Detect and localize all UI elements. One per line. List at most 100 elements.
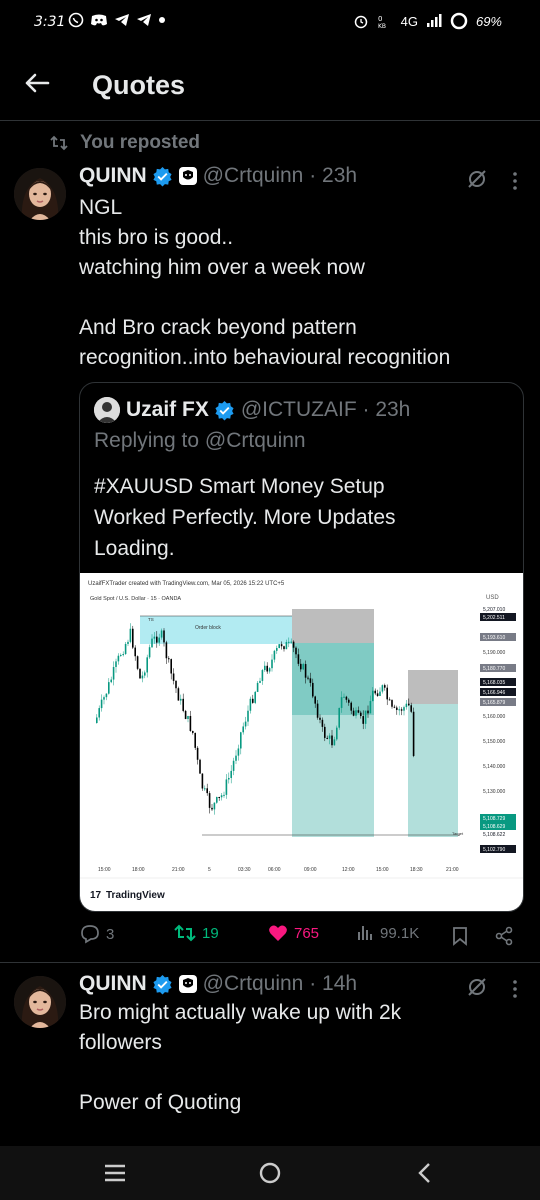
candle-body (364, 710, 367, 724)
avatar[interactable] (14, 168, 66, 220)
candle-body (228, 777, 230, 780)
display-name[interactable]: QUINN (79, 164, 147, 188)
quoted-display-name[interactable]: Uzaif FX (126, 398, 209, 422)
chart-image[interactable]: UzaifFXTrader created with TradingView.c… (80, 573, 523, 911)
more-options-icon[interactable] (512, 978, 518, 1000)
quoted-post[interactable]: Uzaif FX @ICTUZAIF · 23h Replying to @Cr… (79, 382, 524, 912)
candle-body (352, 710, 355, 716)
chart-header: UzaifFXTrader created with TradingView.c… (88, 581, 285, 587)
candle-body (206, 788, 208, 794)
avatar[interactable] (14, 976, 66, 1028)
repost-icon (50, 135, 68, 151)
price-labels: 5,207.010 5,202.511 5,193.610 5,180.770 5,16… (480, 605, 516, 861)
grok-icon[interactable] (466, 168, 488, 190)
candle-body (120, 655, 122, 657)
verified-badge-icon (153, 166, 172, 187)
candle-body (196, 747, 199, 760)
candle-body (134, 647, 136, 657)
bookmark-icon[interactable] (451, 926, 469, 946)
time-tick: 21:00 (446, 867, 459, 873)
back-arrow-icon[interactable] (22, 68, 52, 98)
candle-body (400, 709, 403, 711)
candle-body (235, 755, 237, 761)
system-navigation-bar (0, 1146, 540, 1200)
candle-body (285, 642, 288, 650)
heart-icon (269, 925, 287, 941)
status-bar: 3:31 0 KB 4G 69% (0, 0, 540, 44)
time-tick: 09:00 (304, 867, 317, 873)
recent-apps-icon[interactable] (100, 1160, 130, 1186)
candle-body (273, 650, 276, 660)
candle-body (379, 691, 381, 696)
quoted-handle-and-time: @ICTUZAIF · 23h (240, 398, 411, 421)
order-block-label: Order block (195, 625, 221, 631)
reply-button[interactable]: 3 (80, 924, 114, 944)
candle-body (292, 641, 295, 648)
candle-body (254, 691, 256, 703)
time-tick: 15:00 (98, 867, 111, 873)
candle-body (276, 648, 278, 651)
candle-body (240, 732, 242, 749)
display-name[interactable]: QUINN (79, 972, 147, 996)
views-button[interactable]: 99.1K (356, 924, 419, 942)
candle-body (187, 715, 189, 719)
repost-button[interactable]: 19 (174, 924, 219, 942)
candle-body (139, 668, 141, 679)
candle-body (225, 779, 228, 795)
author-row: QUINN @Crtquinn · 14h (79, 972, 357, 996)
candle-body (247, 710, 249, 722)
grok-icon[interactable] (466, 976, 488, 998)
replying-to-handle[interactable]: @Crtquinn (205, 429, 306, 452)
candle-body (184, 710, 187, 719)
candle-body (328, 735, 331, 739)
profit-zone-light (292, 715, 374, 837)
candle-body (252, 698, 254, 703)
candle-body (211, 807, 213, 810)
candle-body (189, 715, 192, 731)
verified-badge-icon (153, 974, 172, 995)
battery-level: 69% (475, 13, 502, 29)
candle-body (168, 658, 170, 660)
time-tick: 12:00 (342, 867, 355, 873)
candle-body (290, 641, 292, 643)
candle-body (165, 642, 168, 659)
candle-body (355, 710, 357, 716)
post-actions: 3 19 765 99.1K (0, 920, 540, 956)
stop-zone-1 (292, 609, 374, 643)
candle-body (333, 739, 336, 746)
post-text: NGL this bro is good.. watching him over… (79, 196, 451, 369)
candle-body (326, 737, 328, 739)
back-icon[interactable] (410, 1160, 440, 1186)
quoted-avatar[interactable] (94, 397, 120, 423)
candle-body (132, 628, 134, 648)
candle-body (297, 654, 300, 664)
candle-body (182, 698, 184, 711)
candle-body (345, 696, 348, 700)
tradingview-logo: 17 TradingView (90, 890, 165, 901)
candle-body (278, 644, 280, 649)
verified-badge-icon (215, 400, 234, 421)
candle-body (112, 666, 115, 680)
candle-body (204, 788, 206, 790)
like-button[interactable]: 765 (268, 924, 319, 942)
home-icon[interactable] (255, 1160, 285, 1186)
candle-body (259, 680, 261, 683)
candle-body (343, 696, 345, 698)
candle-body (304, 664, 307, 678)
share-icon[interactable] (494, 926, 514, 946)
price-label: 5,108.622 (483, 832, 505, 838)
price-label: 5,207.010 (483, 607, 505, 613)
candle-body (300, 663, 302, 670)
chart-currency: USD (486, 595, 499, 601)
candle-body (144, 672, 146, 676)
handle-and-time: @Crtquinn · 14h (202, 972, 358, 995)
candle-body (146, 657, 148, 673)
candle-body (237, 748, 240, 756)
candle-body (405, 703, 408, 708)
profit-zone-2 (408, 704, 458, 837)
more-options-icon[interactable] (512, 170, 518, 192)
candle-body (148, 647, 151, 658)
notification-icons (68, 12, 166, 28)
views-icon (358, 926, 372, 940)
dot-icon (159, 17, 165, 23)
